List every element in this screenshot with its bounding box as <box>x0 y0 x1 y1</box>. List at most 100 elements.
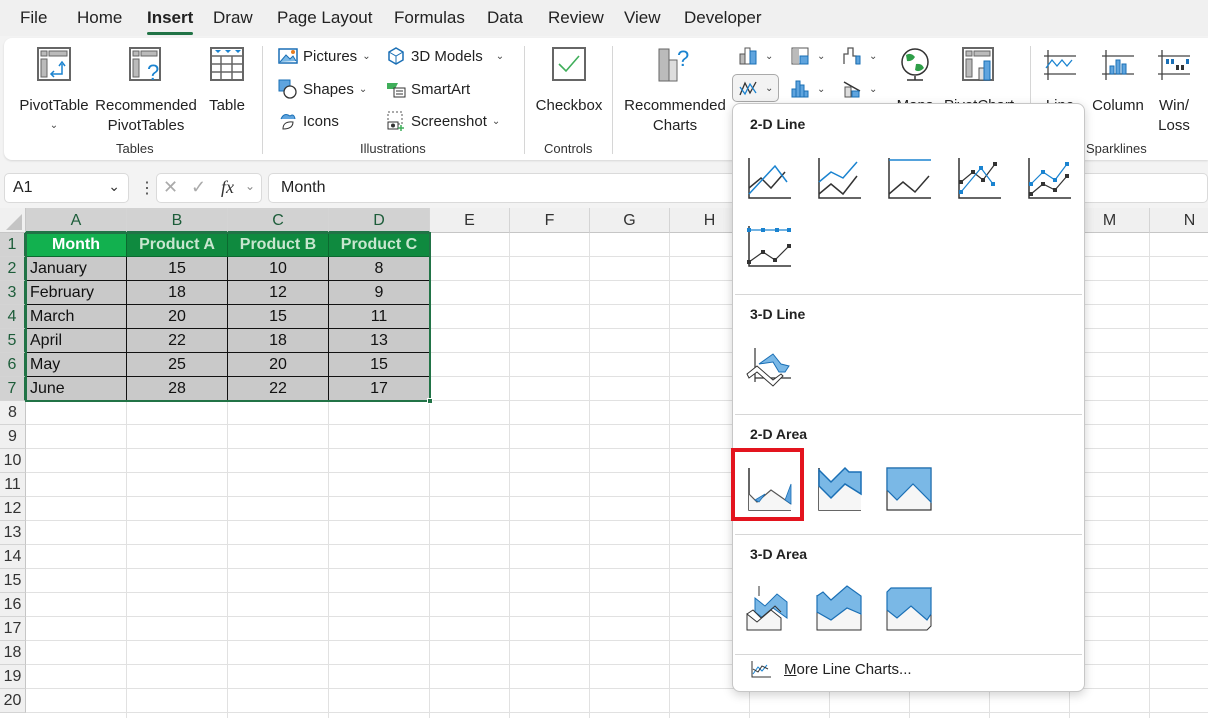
shapes-button[interactable]: Shapes ⌄ <box>278 78 367 100</box>
row-header-11[interactable]: 11 <box>0 473 26 497</box>
tab-page-layout[interactable]: Page Layout <box>277 8 372 28</box>
100-stacked-line-with-markers-chart-icon[interactable] <box>745 222 793 270</box>
screenshot-button[interactable]: Screenshot ⌄ <box>386 110 500 132</box>
row-header-20[interactable]: 20 <box>0 689 26 713</box>
statistic-chart-button[interactable]: ⌄ <box>790 78 825 100</box>
tab-data[interactable]: Data <box>487 8 523 28</box>
line-with-markers-chart-icon[interactable] <box>955 154 1003 202</box>
column-chart-button[interactable]: ⌄ <box>738 45 773 67</box>
column-header-b[interactable]: B <box>127 208 228 233</box>
sparkline-winloss-button[interactable]: Win/ Loss <box>1152 46 1196 136</box>
tab-developer[interactable]: Developer <box>684 8 762 28</box>
3d-models-button[interactable]: 3D Models ⌄ <box>386 45 504 67</box>
fill-handle[interactable] <box>427 398 433 404</box>
hierarchy-chart-button[interactable]: ⌄ <box>790 45 825 67</box>
row-header-2[interactable]: 2 <box>0 257 26 281</box>
checkbox-button[interactable]: Checkbox <box>534 46 604 116</box>
value-cell[interactable]: 18 <box>228 329 329 353</box>
row-header-10[interactable]: 10 <box>0 449 26 473</box>
100-stacked-line-chart-icon[interactable] <box>885 154 933 202</box>
value-cell[interactable]: 22 <box>127 329 228 353</box>
enter-icon[interactable]: ✓ <box>191 177 206 198</box>
value-cell[interactable]: 25 <box>127 353 228 377</box>
row-header-18[interactable]: 18 <box>0 641 26 665</box>
value-cell[interactable]: 12 <box>228 281 329 305</box>
value-cell[interactable]: 18 <box>127 281 228 305</box>
table-button[interactable]: Table <box>204 46 250 116</box>
row-header-12[interactable]: 12 <box>0 497 26 521</box>
row-header-4[interactable]: 4 <box>0 305 26 329</box>
name-box[interactable]: A1 ⌄ <box>4 173 129 203</box>
row-header-16[interactable]: 16 <box>0 593 26 617</box>
line-area-chart-button[interactable]: ⌄ <box>732 74 780 102</box>
row-header-6[interactable]: 6 <box>0 353 26 377</box>
line-chart-icon[interactable] <box>745 154 793 202</box>
row-header-15[interactable]: 15 <box>0 569 26 593</box>
column-header-e[interactable]: E <box>430 208 510 233</box>
column-header-c[interactable]: C <box>228 208 329 233</box>
table-header-cell[interactable]: Product B <box>228 233 329 257</box>
value-cell[interactable]: 20 <box>127 305 228 329</box>
combo-chart-button[interactable]: ⌄ <box>842 78 877 100</box>
value-cell[interactable]: 8 <box>329 257 430 281</box>
cancel-icon[interactable]: ✕ <box>163 177 178 198</box>
column-header-n[interactable]: N <box>1150 208 1208 233</box>
month-cell[interactable]: January <box>26 257 127 281</box>
tab-insert[interactable]: Insert <box>147 8 194 35</box>
month-cell[interactable]: June <box>26 377 127 401</box>
tab-view[interactable]: View <box>624 8 661 28</box>
month-cell[interactable]: February <box>26 281 127 305</box>
month-cell[interactable]: April <box>26 329 127 353</box>
row-header-14[interactable]: 14 <box>0 545 26 569</box>
row-header-5[interactable]: 5 <box>0 329 26 353</box>
3d-line-chart-icon[interactable] <box>745 344 793 392</box>
row-header-17[interactable]: 17 <box>0 617 26 641</box>
3d-area-chart-icon[interactable] <box>745 584 793 632</box>
more-options-icon[interactable]: ⋮ <box>139 178 155 198</box>
pivottable-button[interactable]: PivotTable ⌄ <box>18 46 90 136</box>
row-header-9[interactable]: 9 <box>0 425 26 449</box>
table-header-cell[interactable]: Product C <box>329 233 430 257</box>
month-cell[interactable]: May <box>26 353 127 377</box>
row-header-19[interactable]: 19 <box>0 665 26 689</box>
value-cell[interactable]: 22 <box>228 377 329 401</box>
pictures-button[interactable]: Pictures ⌄ <box>278 45 371 67</box>
row-header-1[interactable]: 1 <box>0 233 26 257</box>
tab-review[interactable]: Review <box>548 8 604 28</box>
smartart-button[interactable]: SmartArt <box>386 78 470 100</box>
3d-100-stacked-area-chart-icon[interactable] <box>885 584 933 632</box>
value-cell[interactable]: 13 <box>329 329 430 353</box>
value-cell[interactable]: 28 <box>127 377 228 401</box>
tab-formulas[interactable]: Formulas <box>394 8 465 28</box>
value-cell[interactable]: 11 <box>329 305 430 329</box>
value-cell[interactable]: 17 <box>329 377 430 401</box>
value-cell[interactable]: 15 <box>127 257 228 281</box>
row-header-8[interactable]: 8 <box>0 401 26 425</box>
tab-draw[interactable]: Draw <box>213 8 253 28</box>
select-all-corner[interactable] <box>0 208 26 233</box>
sparkline-column-button[interactable]: Column <box>1090 46 1146 116</box>
tab-home[interactable]: Home <box>77 8 122 28</box>
100-stacked-area-chart-icon[interactable] <box>885 464 933 512</box>
table-header-cell[interactable]: Month <box>26 233 127 257</box>
insert-function-icon[interactable]: fx <box>221 177 234 198</box>
recommended-charts-button[interactable]: ? Recommended Charts <box>622 46 728 136</box>
stacked-area-chart-icon[interactable] <box>815 464 863 512</box>
stacked-line-chart-icon[interactable] <box>815 154 863 202</box>
icons-button[interactable]: Icons <box>278 110 339 132</box>
row-header-3[interactable]: 3 <box>0 281 26 305</box>
column-header-a[interactable]: A <box>26 208 127 233</box>
recommended-pivottables-button[interactable]: ? Recommended PivotTables <box>94 46 198 136</box>
3d-stacked-area-chart-icon[interactable] <box>815 584 863 632</box>
value-cell[interactable]: 9 <box>329 281 430 305</box>
waterfall-chart-button[interactable]: ⌄ <box>842 45 877 67</box>
value-cell[interactable]: 10 <box>228 257 329 281</box>
month-cell[interactable]: March <box>26 305 127 329</box>
row-header-13[interactable]: 13 <box>0 521 26 545</box>
table-header-cell[interactable]: Product A <box>127 233 228 257</box>
value-cell[interactable]: 20 <box>228 353 329 377</box>
column-header-g[interactable]: G <box>590 208 670 233</box>
value-cell[interactable]: 15 <box>329 353 430 377</box>
tab-file[interactable]: File <box>20 8 47 28</box>
row-header-7[interactable]: 7 <box>0 377 26 401</box>
